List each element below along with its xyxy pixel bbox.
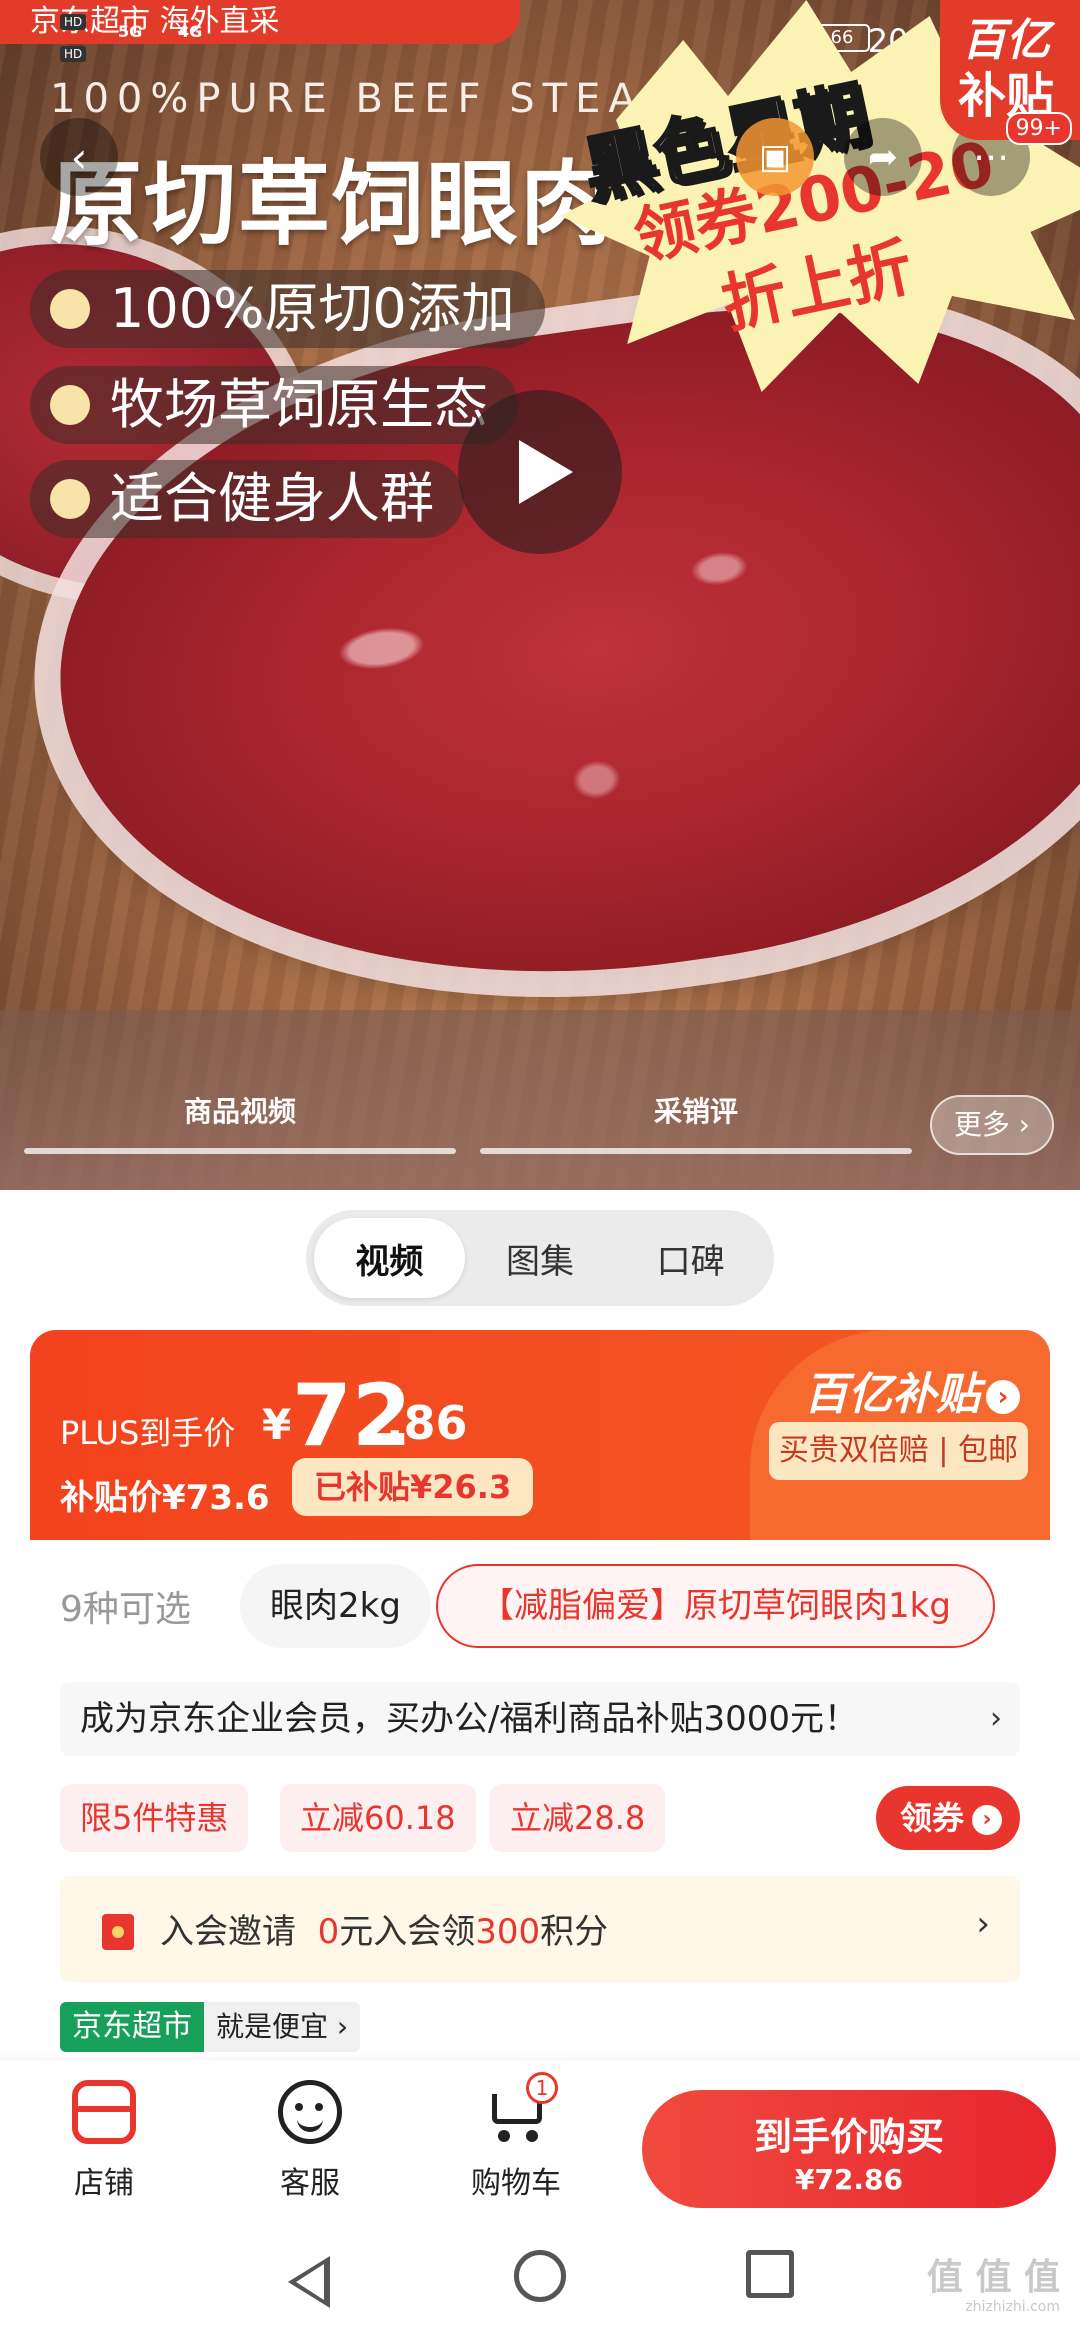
notice-text: 成为京东企业会员，买办公/福利商品补贴3000元！ [80,1699,858,1739]
promo-tags-row: 限5件特惠 立减60.18 立减28.8 领券 › [60,1778,1020,1854]
cart-wheel [498,2130,510,2142]
signal-5g-icon: 5G [118,22,143,41]
price-decimal: .86 [386,1396,468,1450]
promo-tag[interactable]: 立减60.18 [280,1784,476,1852]
tab-progress-line [24,1148,456,1154]
watermark-logo: 值 值 值 [926,2257,1060,2298]
membership-invite[interactable]: 入会邀请 0元入会领300积分 › [60,1876,1020,1982]
jd-supermarket-tag: 京东超市 [60,2002,204,2052]
more-dots-icon: ⋯ [973,136,1009,178]
product-info: 视频 图集 口碑 PLUS到手价 ¥ 72 .86 补贴价¥73.6 已补贴¥2… [0,1190,1080,2060]
nav-home-icon[interactable] [514,2250,566,2302]
chat-face-icon [278,2080,342,2144]
signal-4g-icon: 4G [178,22,203,41]
billion-subsidy-label: 百亿补贴 [804,1369,980,1420]
watermark: 值 值 值 zhizhizhi.com [926,2257,1060,2315]
price-currency: ¥ [262,1400,292,1449]
tab-buyer-review[interactable]: 采销评 [480,1090,912,1130]
tab-progress-line [480,1148,912,1154]
jd-supermarket-banner[interactable]: 京东超市 就是便宜 › [60,2002,361,2054]
customer-service-button[interactable]: 客服 [240,2080,380,2202]
promo-tag[interactable]: 立减28.8 [490,1784,666,1852]
sku-option[interactable]: 眼肉2kg [240,1564,431,1648]
get-coupon-button[interactable]: 领券 › [875,1786,1020,1850]
bullet-text: 牧场草饲原生态 [110,373,488,436]
share-button[interactable]: ➦ [844,118,922,196]
subsidized-amount-badge: 已补贴¥26.3 [292,1458,534,1516]
bottom-action-bar: 店铺 客服 1 购物车 到手价购买 ¥72.86 [0,2060,1080,2210]
chevron-right-icon: › [976,1904,990,1944]
price-header: PLUS到手价 ¥ 72 .86 补贴价¥73.6 已补贴¥26.3 百亿补贴 ›… [30,1330,1050,1540]
system-navigation-bar: 值 值 值 zhizhizhi.com [0,2210,1080,2340]
hero-sub-title: 100%PURE BEEF STEA [50,76,644,122]
segment-video[interactable]: 视频 [314,1218,465,1298]
promo-tag[interactable]: 限5件特惠 [60,1784,249,1852]
segment-gallery[interactable]: 图集 [465,1218,616,1298]
cart-button[interactable]: 1 购物车 [446,2072,586,2202]
red-envelope-icon [102,1914,134,1950]
chevron-left-icon: ‹ [70,132,88,182]
bullet-dot-icon [50,385,90,425]
cart-icon: 1 [484,2072,558,2144]
coupon-label: 领券 [899,1799,964,1837]
store-label: 店铺 [74,2166,134,2201]
bag-icon: ▣ [758,137,792,177]
hd-indicator: HD [60,46,87,62]
nav-back-icon[interactable] [288,2256,330,2308]
more-videos-button[interactable]: 更多 › [929,1095,1054,1155]
product-hero-media[interactable]: 京东超市 海外直采 HD HD 5G 4G 66 20:05 100%PURE … [0,0,1080,1190]
enterprise-member-notice[interactable]: 成为京东企业会员，买办公/福利商品补贴3000元！ › [60,1682,1020,1756]
price-card: PLUS到手价 ¥ 72 .86 补贴价¥73.6 已补贴¥26.3 百亿补贴 ›… [30,1330,1050,2060]
cart-count-badge: 1 [526,2072,558,2104]
cart-wheel [526,2130,538,2142]
bullet-dot-icon [50,479,90,519]
hero-bullet: 牧场草饲原生态 [30,366,518,444]
chevron-right-icon: › [972,1805,1002,1835]
buy-now-button[interactable]: 到手价购买 ¥72.86 [642,2090,1056,2208]
member-highlight: 0 [317,1912,340,1952]
plus-price-label: PLUS到手价 [60,1414,236,1452]
segment-reviews[interactable]: 口碑 [615,1218,766,1298]
chevron-right-icon: › [990,1701,1002,1736]
customer-service-label: 客服 [280,2166,340,2201]
tab-product-video[interactable]: 商品视频 [24,1090,456,1130]
jd-supermarket-slogan: 就是便宜 › [204,2002,361,2052]
hero-bullet: 适合健身人群 [30,460,464,538]
buy-button-price: ¥72.86 [794,2163,904,2196]
nav-recents-icon[interactable] [746,2250,794,2298]
subsidy-price: 补贴价¥73.6 [60,1478,270,1518]
chevron-right-icon: › [986,1380,1020,1414]
member-prefix: 入会邀请 [160,1912,296,1952]
billion-subsidy-link[interactable]: 百亿补贴 › [804,1358,1020,1422]
store-icon [72,2080,136,2144]
sku-count-label[interactable]: 9种可选 [60,1580,191,1632]
play-icon [519,440,573,504]
cart-label: 购物车 [471,2166,561,2201]
sku-option-selected[interactable]: 【减脂偏爱】原切草饲眼肉1kg [436,1564,995,1648]
hero-title: 原切草饲眼肉 [50,151,615,258]
favorite-button[interactable]: ▣ [736,118,814,196]
product-page: 京东超市 海外直采 HD HD 5G 4G 66 20:05 100%PURE … [0,0,1080,2340]
price-guarantee-badge[interactable]: 买贵双倍赔 | 包邮 [768,1422,1028,1480]
member-mid: 元入会领 [339,1912,476,1952]
hero-media-tabs: 商品视频 采销评 更多 › [0,1010,1080,1190]
notification-badge: 99+ [1005,112,1072,145]
watermark-url: zhizhizhi.com [965,2299,1060,2315]
store-button[interactable]: 店铺 [34,2080,174,2202]
hd-indicator: HD [60,14,87,30]
sku-selector: 9种可选 眼肉2kg 【减脂偏爱】原切草饲眼肉1kg [30,1556,1050,1656]
bullet-text: 适合健身人群 [110,467,434,530]
buy-button-label: 到手价购买 [753,2115,944,2159]
play-video-button[interactable] [458,390,622,554]
member-highlight: 300 [475,1912,541,1952]
membership-invite-text: 入会邀请 0元入会领300积分 [160,1904,608,1953]
bullet-text: 100%原切0添加 [110,277,515,340]
media-segment-control: 视频 图集 口碑 [306,1210,774,1306]
member-suffix: 积分 [540,1912,609,1952]
share-icon: ➦ [867,136,899,178]
back-button[interactable]: ‹ [40,118,118,196]
bullet-dot-icon [50,289,90,329]
hero-bullet: 100%原切0添加 [30,270,545,348]
